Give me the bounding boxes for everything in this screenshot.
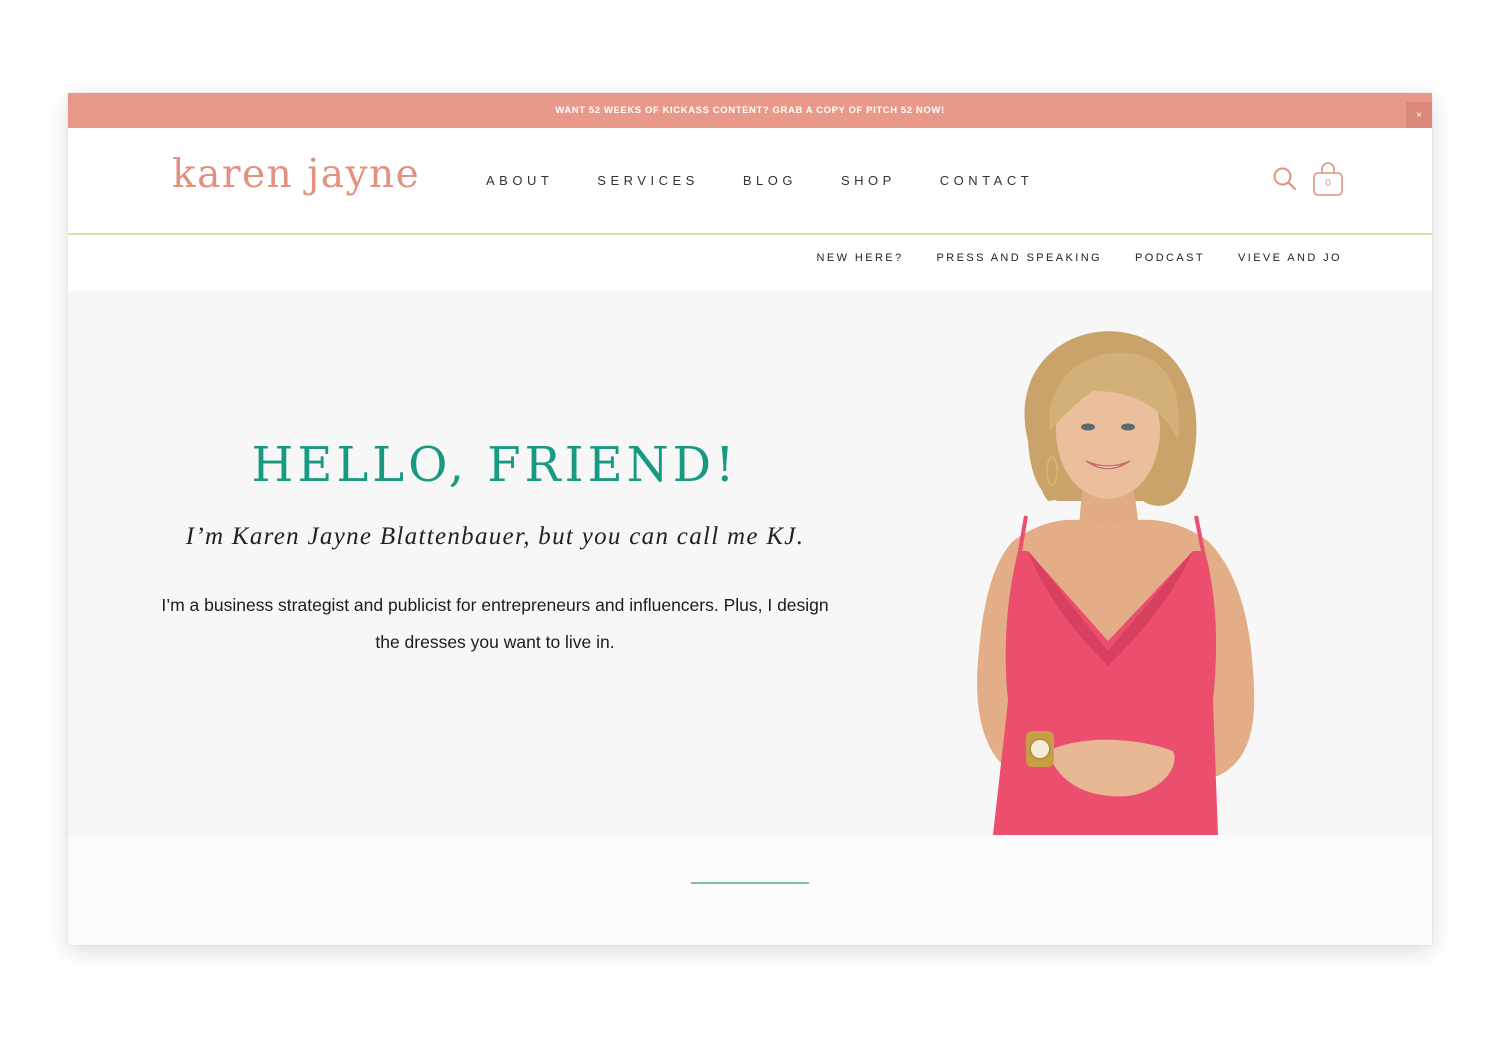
subnav-item-new-here[interactable]: NEW HERE? [817,252,904,264]
search-icon[interactable] [1272,166,1298,192]
site-logo[interactable]: karen jayne [172,152,420,197]
nav-item-services[interactable]: SERVICES [597,173,699,188]
hero-section: HELLO, FRIEND! I’m Karen Jayne Blattenba… [68,291,1432,835]
shopping-bag-icon[interactable]: 0 [1312,161,1344,197]
subnav-item-press-and-speaking[interactable]: PRESS AND SPEAKING [937,252,1102,264]
main-nav: ABOUT SERVICES BLOG SHOP CONTACT [486,173,1077,188]
section-below-hero [68,835,1432,945]
subnav-item-podcast[interactable]: PODCAST [1135,252,1205,264]
announcement-text[interactable]: WANT 52 WEEKS OF KICKASS CONTENT? GRAB A… [555,105,944,116]
section-divider [691,882,809,884]
nav-item-contact[interactable]: CONTACT [940,173,1033,188]
hero-subtitle: I’m Karen Jayne Blattenbauer, but you ca… [185,523,805,550]
hero-title: HELLO, FRIEND! [251,437,739,493]
nav-item-shop[interactable]: SHOP [841,173,896,188]
nav-item-blog[interactable]: BLOG [743,173,797,188]
site-header: karen jayne ABOUT SERVICES BLOG SHOP CON… [68,128,1432,235]
close-icon[interactable]: × [1406,102,1432,128]
portrait-photo [977,331,1255,835]
secondary-nav: NEW HERE? PRESS AND SPEAKING PODCAST VIE… [68,235,1432,291]
announcement-bar[interactable]: WANT 52 WEEKS OF KICKASS CONTENT? GRAB A… [68,93,1432,128]
nav-item-about[interactable]: ABOUT [486,173,553,188]
cart-count: 0 [1325,178,1331,189]
browser-frame: WANT 52 WEEKS OF KICKASS CONTENT? GRAB A… [68,93,1432,945]
hero-body-text: I’m a business strategist and publicist … [161,595,829,652]
header-icons: 0 [1272,161,1344,197]
subnav-item-vieve-and-jo[interactable]: VIEVE AND JO [1238,252,1342,264]
